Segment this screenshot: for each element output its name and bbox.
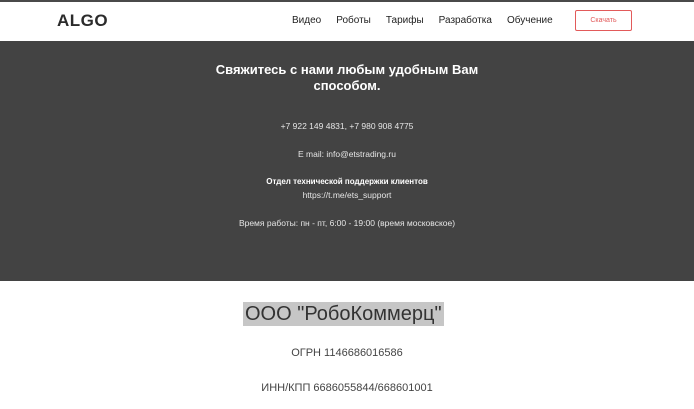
- contact-phones: +7 922 149 4831, +7 980 908 4775: [280, 121, 414, 131]
- contact-section: Свяжитесь с нами любым удобным Вам спосо…: [0, 41, 694, 281]
- nav-item-development[interactable]: Разработка: [439, 15, 492, 26]
- contact-title: Свяжитесь с нами любым удобным Вам спосо…: [0, 62, 694, 94]
- site-header: ALGO Видео Роботы Тарифы Разработка Обуч…: [0, 2, 694, 41]
- support-link[interactable]: https://t.me/ets_support: [0, 190, 694, 200]
- company-ogrn: ОГРН 1146686016586: [291, 347, 403, 359]
- main-nav: Видео Роботы Тарифы Разработка Обучение: [292, 15, 568, 26]
- logo[interactable]: ALGO: [57, 11, 108, 31]
- working-hours: Время работы: пн - пт, 6:00 - 19:00 (вре…: [238, 218, 456, 228]
- nav-item-tariffs[interactable]: Тарифы: [386, 15, 424, 26]
- company-name: ООО "РобоКоммерц": [243, 302, 444, 326]
- company-inn-kpp: ИНН/КПП 6686055844/668601001: [261, 382, 433, 394]
- support-heading: Отдел технической поддержки клиентов: [266, 177, 428, 186]
- nav-item-robots[interactable]: Роботы: [336, 15, 371, 26]
- contact-title-line1: Свяжитесь с нами любым удобным Вам: [215, 62, 479, 77]
- download-button[interactable]: Скачать: [575, 10, 632, 31]
- nav-item-education[interactable]: Обучение: [507, 15, 553, 26]
- contact-email[interactable]: E mail: info@etstrading.ru: [0, 149, 694, 159]
- contact-title-line2: способом.: [313, 78, 381, 93]
- nav-item-video[interactable]: Видео: [292, 15, 321, 26]
